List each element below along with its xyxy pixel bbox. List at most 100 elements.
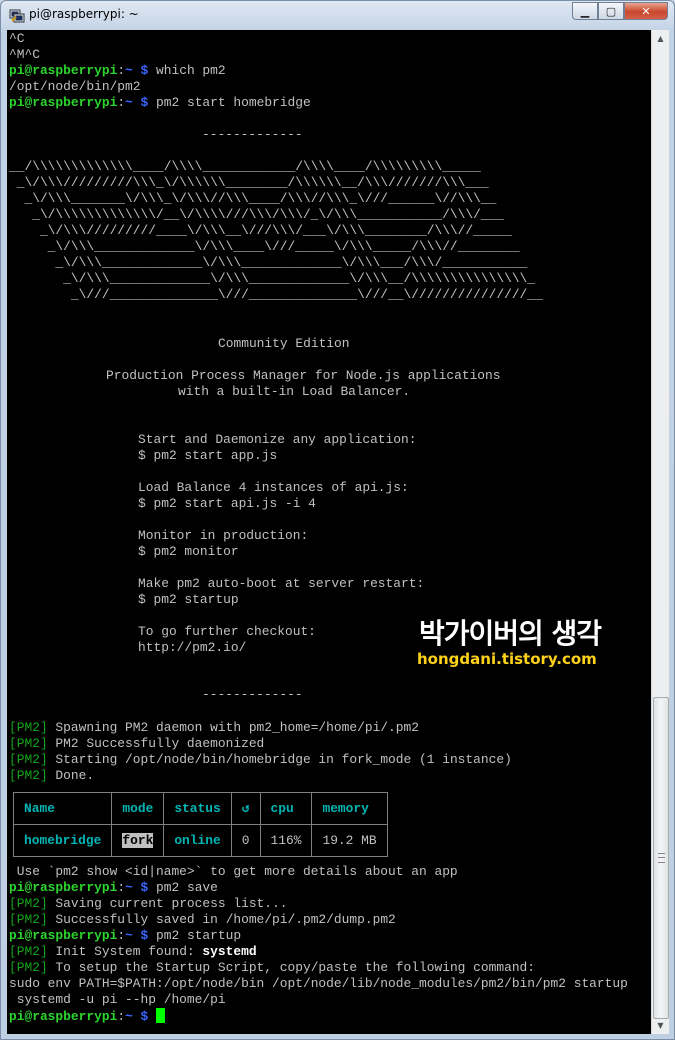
minimize-icon: ▁ <box>580 4 590 18</box>
command-text: pm2 startup <box>148 928 242 943</box>
prompt-separator: : <box>117 928 126 943</box>
prompt-path: ~ $ <box>125 1009 149 1024</box>
blog-watermark: 박가이버의 생각 hongdani.tistory.com <box>411 606 651 686</box>
pm2-log-line: [PM2] Done. <box>9 768 94 784</box>
scrollbar-thumb[interactable] <box>653 697 669 1019</box>
pm2-tag: [PM2] <box>9 912 48 927</box>
process-table: Name mode status ↺ cpu memory homebridge… <box>12 792 388 857</box>
table-row: homebridge fork online 0 116% 19.2 MB <box>12 824 388 857</box>
prompt-user: pi@raspberrypi <box>9 63 118 78</box>
ascii-art-line: _\/\\\/////////\\\_\/\\\\\\________/\\\\… <box>9 175 489 190</box>
description-text: Production Process Manager for Node.js a… <box>106 368 501 383</box>
maximize-icon: ▢ <box>605 4 617 18</box>
pm2-tag: [PM2] <box>9 736 48 751</box>
prompt-line: pi@raspberrypi:~ $ pm2 startup <box>9 928 241 944</box>
prompt-path: ~ $ <box>125 95 149 110</box>
process-memory: 19.2 MB <box>311 824 388 857</box>
ascii-art-line: _\/\\\_____________\/\\\____\///_____\/\… <box>9 239 520 254</box>
prompt-path: ~ $ <box>125 880 149 895</box>
prompt-user: pi@raspberrypi <box>9 880 118 895</box>
description-text: with a built-in Load Balancer. <box>178 384 411 399</box>
prompt-path: ~ $ <box>125 928 149 943</box>
ascii-art-line: _\/\\\/////////____\/\\\__\///\\\/___\/\… <box>9 223 512 238</box>
prompt-user: pi@raspberrypi <box>9 928 118 943</box>
restart-icon: ↺ <box>230 792 261 825</box>
log-text: To setup the Startup Script, copy/paste … <box>47 960 536 975</box>
process-status: online <box>163 824 232 857</box>
prompt-path: ~ $ <box>125 63 149 78</box>
vertical-scrollbar[interactable]: ▲ ▼ <box>651 30 669 1034</box>
pm2-tag: [PM2] <box>9 720 48 735</box>
log-text: Spawning PM2 daemon with pm2_home=/home/… <box>47 720 419 735</box>
pm2-tag: [PM2] <box>9 944 48 959</box>
log-text: Starting /opt/node/bin/homebridge in for… <box>47 752 512 767</box>
maximize-button[interactable]: ▢ <box>598 2 624 20</box>
prompt-user: pi@raspberrypi <box>9 1009 118 1024</box>
column-header: Name <box>12 792 113 825</box>
column-header: status <box>163 792 232 825</box>
pm2-tag: [PM2] <box>9 768 48 783</box>
close-button[interactable]: ✕ <box>624 2 668 20</box>
init-system-value: systemd <box>202 944 257 959</box>
pm2-log-line: [PM2] Successfully saved in /home/pi/.pm… <box>9 912 396 928</box>
ascii-art-line: _\/\\\_____________\/\\\_____________\/\… <box>9 271 536 286</box>
window-title: pi@raspberrypi: ~ <box>29 7 139 21</box>
log-text: Done. <box>47 768 95 783</box>
pm2-log-line: [PM2] Starting /opt/node/bin/homebridge … <box>9 752 512 768</box>
watermark-url: hongdani.tistory.com <box>417 650 597 668</box>
ascii-art-line: _\/\\\_______\/\\\_\/\\\//\\\____/\\\//\… <box>9 191 497 206</box>
window-controls: ▁ ▢ ✕ <box>572 2 668 20</box>
prompt-user: pi@raspberrypi <box>9 95 118 110</box>
scroll-up-icon[interactable]: ▲ <box>652 30 669 47</box>
command-output-line: systemd -u pi --hp /home/pi <box>9 992 226 1007</box>
prompt-line: pi@raspberrypi:~ $ pm2 start homebridge <box>9 95 311 111</box>
close-icon: ✕ <box>641 4 651 18</box>
log-text: Init System found: <box>47 944 203 959</box>
ascii-art-line: _\///______________\///______________\//… <box>9 287 543 302</box>
table-header-row: Name mode status ↺ cpu memory <box>12 792 388 825</box>
terminal-line: ^M^C <box>9 47 40 62</box>
terminal-line: /opt/node/bin/pm2 <box>9 79 141 94</box>
command-text: pm2 start homebridge <box>148 95 311 110</box>
help-text: $ pm2 startup <box>138 592 239 607</box>
divider-line: ------------- <box>202 687 303 702</box>
ascii-art-line: _\/\\\\\\\\\\\\\/__\/\\\\///\\\/\\\/_\/\… <box>9 207 505 222</box>
log-text: PM2 Successfully daemonized <box>47 736 265 751</box>
help-text: Load Balance 4 instances of api.js: <box>138 480 409 495</box>
pm2-tag: [PM2] <box>9 960 48 975</box>
minimize-button[interactable]: ▁ <box>572 2 598 20</box>
column-header: mode <box>111 792 165 825</box>
help-link-text: http://pm2.io/ <box>138 640 247 655</box>
title-bar[interactable]: pi@raspberrypi: ~ ▁ ▢ ✕ <box>1 1 674 29</box>
help-text: Make pm2 auto-boot at server restart: <box>138 576 425 591</box>
ascii-art-line: __/\\\\\\\\\\\\\____/\\\\____________/\\… <box>9 159 481 174</box>
help-text: $ pm2 monitor <box>138 544 239 559</box>
terminal-cursor[interactable] <box>156 1008 166 1023</box>
column-header: memory <box>311 792 388 825</box>
command-text: pm2 save <box>148 880 218 895</box>
log-text: Saving current process list... <box>47 896 288 911</box>
prompt-separator: : <box>117 1009 126 1024</box>
prompt-separator: : <box>117 95 126 110</box>
terminal-output[interactable]: ^C ^M^C pi@raspberrypi:~ $ which pm2 /op… <box>7 30 651 1034</box>
hint-line: Use `pm2 show <id|name>` to get more det… <box>9 864 458 879</box>
command-text: which pm2 <box>148 63 226 78</box>
grip-icon <box>658 853 665 863</box>
scroll-down-icon[interactable]: ▼ <box>652 1017 669 1034</box>
pm2-tag: [PM2] <box>9 752 48 767</box>
process-restarts: 0 <box>230 824 261 857</box>
help-text: Start and Daemonize any application: <box>138 432 417 447</box>
process-cpu: 116% <box>259 824 313 857</box>
pm2-log-line: [PM2] PM2 Successfully daemonized <box>9 736 264 752</box>
prompt-separator: : <box>117 880 126 895</box>
ascii-art-line: _\/\\\_____________\/\\\_____________\/\… <box>9 255 528 270</box>
terminal-window: pi@raspberrypi: ~ ▁ ▢ ✕ ^C ^M^C pi@raspb… <box>0 0 675 1040</box>
help-text: To go further checkout: <box>138 624 316 639</box>
prompt-line: pi@raspberrypi:~ $ which pm2 <box>9 63 226 79</box>
help-text: $ pm2 start api.js -i 4 <box>138 496 316 511</box>
pm2-log-line: [PM2] Init System found: systemd <box>9 944 257 960</box>
log-text: Successfully saved in /home/pi/.pm2/dump… <box>47 912 396 927</box>
pm2-tag: [PM2] <box>9 896 48 911</box>
help-text: Monitor in production: <box>138 528 309 543</box>
divider-line: ------------- <box>202 127 303 142</box>
